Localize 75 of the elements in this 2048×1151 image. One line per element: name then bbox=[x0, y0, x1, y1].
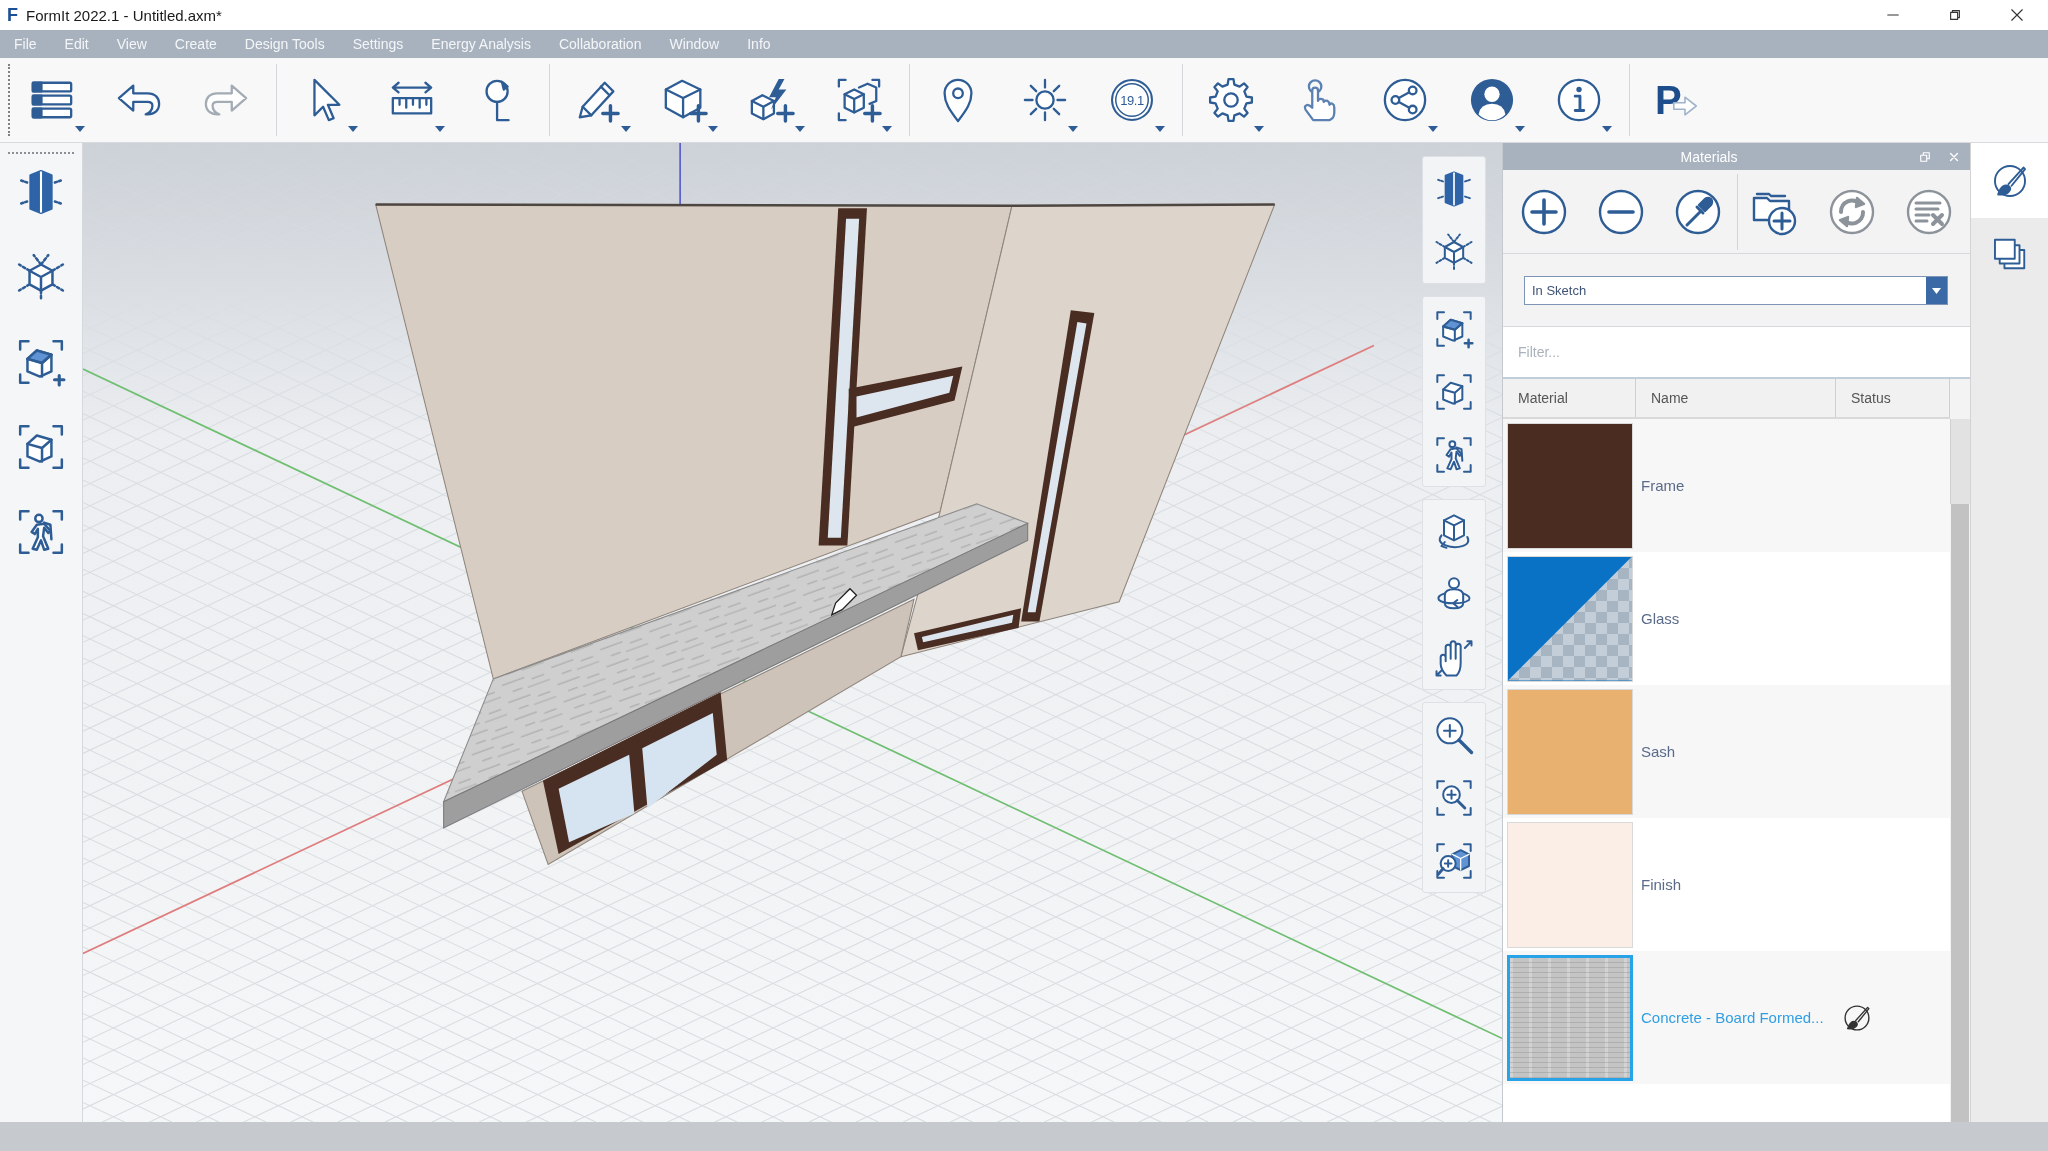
caret-icon[interactable] bbox=[1428, 126, 1438, 132]
hand-pan-icon[interactable] bbox=[1434, 637, 1474, 678]
caret-icon[interactable] bbox=[795, 126, 805, 132]
cube-axes-icon[interactable] bbox=[16, 252, 66, 302]
minus-circle-icon[interactable] bbox=[1597, 187, 1645, 236]
material-row[interactable]: Frame bbox=[1503, 419, 1950, 552]
walking-figure-icon[interactable] bbox=[1434, 434, 1474, 475]
building-model[interactable] bbox=[375, 203, 1276, 866]
menu-item[interactable]: Create bbox=[160, 30, 231, 58]
material-name: Concrete - Board Formed... bbox=[1641, 1008, 1824, 1026]
column-header[interactable]: Status bbox=[1836, 379, 1950, 417]
material-name: Frame bbox=[1641, 476, 1685, 494]
house-frame-icon[interactable] bbox=[16, 422, 66, 472]
caret-icon[interactable] bbox=[1926, 276, 1947, 304]
elevation-badge[interactable]: 19.1 bbox=[1111, 79, 1153, 121]
house-roof-frame-icon[interactable] bbox=[16, 337, 66, 387]
scrollbar-thumb[interactable] bbox=[1951, 504, 1969, 1122]
caret-icon[interactable] bbox=[1155, 126, 1165, 132]
material-name: Finish bbox=[1641, 875, 1681, 893]
material-row[interactable]: Sash bbox=[1503, 685, 1950, 818]
caret-icon[interactable] bbox=[1068, 126, 1078, 132]
app-logo: F bbox=[7, 6, 18, 24]
menu-item[interactable]: Settings bbox=[338, 30, 418, 58]
zoom-cube-icon[interactable] bbox=[1434, 840, 1474, 881]
plus-circle-icon[interactable] bbox=[1520, 187, 1568, 236]
zoom-frame-icon[interactable] bbox=[1434, 777, 1474, 818]
pencil-cursor-icon bbox=[830, 587, 858, 617]
close-icon[interactable] bbox=[2010, 8, 2024, 22]
menu-item[interactable]: Window bbox=[655, 30, 734, 58]
material-row[interactable]: Glass bbox=[1503, 552, 1950, 685]
source-dropdown[interactable]: In Sketch bbox=[1524, 275, 1948, 305]
house-roof-frame-icon[interactable] bbox=[1434, 308, 1474, 349]
caret-icon[interactable] bbox=[1515, 126, 1525, 132]
cube-plus-icon[interactable] bbox=[662, 77, 708, 123]
material-row[interactable]: Concrete - Board Formed... bbox=[1503, 951, 1950, 1084]
caret-icon[interactable] bbox=[708, 126, 718, 132]
caret-icon[interactable] bbox=[621, 126, 631, 132]
walking-figure-icon[interactable] bbox=[16, 507, 66, 557]
material-name: Sash bbox=[1641, 742, 1676, 760]
menu-item[interactable]: File bbox=[0, 30, 51, 58]
menu-item[interactable]: Edit bbox=[50, 30, 103, 58]
sun-icon[interactable] bbox=[1022, 77, 1068, 123]
caret-icon[interactable] bbox=[348, 126, 358, 132]
menu-item[interactable]: Info bbox=[733, 30, 785, 58]
panel-title: Materials bbox=[1679, 148, 1739, 165]
lightning-cube-icon[interactable] bbox=[749, 77, 795, 123]
filter-field[interactable]: Filter... bbox=[1503, 327, 1970, 379]
caret-icon[interactable] bbox=[1254, 126, 1264, 132]
material-row[interactable]: Finish bbox=[1503, 818, 1950, 951]
menu-item[interactable]: Collaboration bbox=[544, 30, 656, 58]
material-name: Glass bbox=[1641, 609, 1680, 627]
caret-icon[interactable] bbox=[435, 126, 445, 132]
menu-item[interactable]: Energy Analysis bbox=[417, 30, 545, 58]
info-icon[interactable] bbox=[1556, 77, 1602, 123]
settings-icon[interactable] bbox=[1208, 77, 1254, 123]
cube-front-icon[interactable] bbox=[1434, 168, 1474, 209]
logo-letter[interactable]: P bbox=[1655, 80, 1682, 120]
caret-icon[interactable] bbox=[75, 126, 85, 132]
menu-item[interactable]: View bbox=[102, 30, 161, 58]
menu-item[interactable]: Design Tools bbox=[230, 30, 339, 58]
caret-icon[interactable] bbox=[1602, 126, 1612, 132]
zoom-in-icon[interactable] bbox=[1434, 714, 1474, 755]
cube-group-plus-icon[interactable] bbox=[836, 77, 882, 123]
column-header[interactable]: Name bbox=[1636, 379, 1836, 417]
user-icon[interactable] bbox=[1469, 77, 1515, 123]
column-header[interactable]: Material bbox=[1503, 379, 1636, 417]
caret-icon[interactable] bbox=[882, 126, 892, 132]
paintbrush-icon[interactable] bbox=[1842, 1002, 1872, 1033]
house-frame-icon[interactable] bbox=[1434, 371, 1474, 412]
materials-tab[interactable] bbox=[1971, 143, 2048, 218]
cube-axes-icon[interactable] bbox=[1434, 231, 1474, 272]
eyedropper-icon[interactable] bbox=[1674, 187, 1722, 236]
restore-icon[interactable] bbox=[1948, 8, 1962, 22]
window-title: FormIt 2022.1 - Untitled.axm* bbox=[26, 6, 222, 24]
share-icon[interactable] bbox=[1382, 77, 1428, 123]
